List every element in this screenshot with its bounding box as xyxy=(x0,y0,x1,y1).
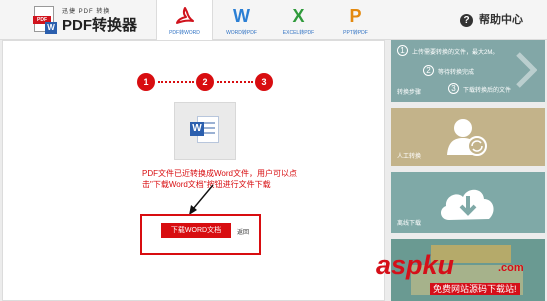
chevron-right-icon xyxy=(516,52,537,88)
step-3-icon: 3 xyxy=(448,83,459,94)
tab-ppt-to-pdf[interactable]: P PPT转PDF xyxy=(327,0,384,40)
site-watermark: aspku .com 免费网站源码下载站! xyxy=(372,250,547,301)
word-badge: W xyxy=(190,122,204,136)
tab-pdf-to-word[interactable]: PDF转WORD xyxy=(156,0,213,41)
offline-card-label: 离线下载 xyxy=(397,221,422,227)
help-icon: ? xyxy=(460,14,473,27)
step-1-marker: 1 xyxy=(137,73,155,91)
result-panel: 1 2 3 W PDF文件已近转换成Word文件，用户可以点击"下载Word文档… xyxy=(2,40,385,301)
sidebar-step-1: 上传需要转换的文件，最大2M。 xyxy=(412,50,499,56)
watermark-tagline: 免费网站源码下载站! xyxy=(430,283,520,295)
tab-word-to-pdf[interactable]: W WORD转PDF xyxy=(213,0,270,40)
tab-excel-to-pdf[interactable]: X EXCEL转PDF xyxy=(270,0,327,40)
step-connector xyxy=(217,81,253,83)
download-word-button[interactable]: 下载WORD文档 xyxy=(161,223,231,238)
logo-title: PDF转换器 xyxy=(62,17,138,34)
manual-conversion-card[interactable]: 人工转换 xyxy=(391,108,545,166)
user-service-icon xyxy=(447,119,487,156)
step-1-icon: 1 xyxy=(397,45,408,56)
word-document-icon: W xyxy=(174,102,236,160)
back-link[interactable]: 返回 xyxy=(237,227,249,236)
step-3-marker: 3 xyxy=(255,73,273,91)
arrow-down-icon xyxy=(189,184,214,215)
conversion-complete-message: PDF文件已近转换成Word文件，用户可以点击"下载Word文档"按钮进行文件下… xyxy=(142,169,297,189)
progress-steps: 1 2 3 xyxy=(137,73,273,91)
word-icon: W xyxy=(233,6,250,26)
watermark-suffix: .com xyxy=(498,262,524,274)
cloud-download-icon xyxy=(440,189,494,220)
logo-doc-icon: PDF W xyxy=(33,6,57,34)
pdf-icon xyxy=(173,6,197,26)
top-bar: PDF W 迅捷 PDF 转换 PDF转换器 PDF转WORD W WORD转P… xyxy=(0,0,547,41)
offline-download-card[interactable]: 离线下载 xyxy=(391,172,545,233)
step-2-icon: 2 xyxy=(423,65,434,76)
manual-card-label: 人工转换 xyxy=(397,154,422,160)
watermark-logo: aspku xyxy=(376,250,455,280)
sidebar-step-3: 下载转换后的文件 xyxy=(463,88,512,94)
step-connector xyxy=(158,81,194,83)
app-logo: PDF W 迅捷 PDF 转换 PDF转换器 xyxy=(33,6,154,34)
help-center-label: 帮助中心 xyxy=(479,14,523,26)
excel-icon: X xyxy=(292,6,305,26)
ppt-icon: P xyxy=(349,6,362,26)
steps-card-label: 转换步骤 xyxy=(397,90,422,96)
sidebar-step-2: 等待转换完成 xyxy=(438,70,475,76)
conversion-steps-card: 1 上传需要转换的文件，最大2M。 2 等待转换完成 3 下载转换后的文件 转换… xyxy=(391,40,545,102)
step-2-marker: 2 xyxy=(196,73,214,91)
